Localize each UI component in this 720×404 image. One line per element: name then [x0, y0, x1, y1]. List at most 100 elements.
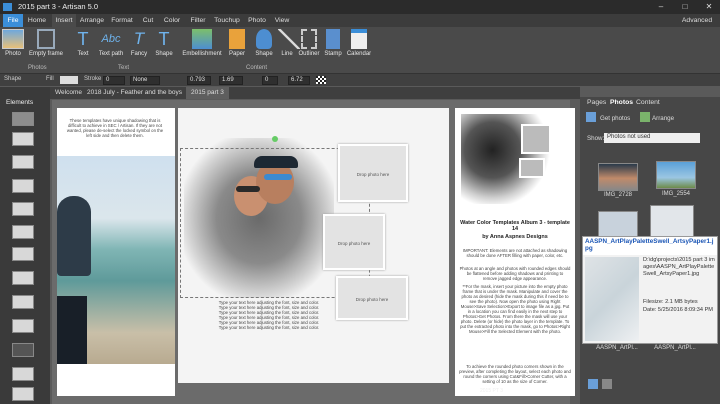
template-preview[interactable] [461, 114, 551, 204]
zoom-input[interactable]: 6.72 [288, 75, 310, 85]
element-thumb[interactable] [12, 367, 34, 381]
tab-photos[interactable]: Photos [610, 99, 633, 106]
page-right: Water Color Templates Album 3 - template… [455, 108, 575, 396]
doc-tab-current[interactable]: 2015 part 3 [186, 87, 229, 99]
photo-label: AASPN_ArtPl... [596, 345, 638, 351]
get-photos-button[interactable]: Get photos [600, 115, 630, 122]
property-bar: Shape Fill Stroke 0 None 0.793 1.69 0 6.… [0, 74, 720, 86]
beach-photo[interactable] [57, 156, 175, 364]
group-text-label: Text [118, 65, 130, 71]
shape-button[interactable]: Shape [252, 29, 276, 57]
element-thumb[interactable] [12, 247, 34, 261]
instructions-1: Photos at an angle and photos with round… [459, 266, 571, 281]
fancy-text-icon: T [133, 29, 145, 48]
empty-frame-icon [37, 29, 55, 49]
element-thumb[interactable] [12, 179, 34, 193]
photo-thumb[interactable] [598, 163, 638, 191]
shape-label: Shape [4, 76, 22, 82]
photo-drop-3[interactable]: Drop photo here [336, 276, 408, 320]
text-path-button[interactable]: Abc Text path [96, 29, 126, 57]
arrange-button[interactable]: Arrange [652, 115, 674, 122]
advanced-link[interactable]: Advanced [680, 14, 714, 27]
tab-format[interactable]: Format [110, 14, 134, 27]
page-left: These templates have unique shadowing th… [57, 108, 175, 396]
template-author: by Anna Aspnes Designs [482, 234, 548, 240]
show-select[interactable]: Photos not used [604, 133, 700, 143]
person-silhouette [57, 196, 91, 276]
transparency-icon[interactable] [316, 76, 326, 84]
element-thumb[interactable] [12, 387, 34, 401]
element-thumb[interactable] [12, 319, 34, 333]
photo-drop-2[interactable]: Drop photo here [323, 214, 385, 270]
grid-view-icon[interactable] [588, 379, 598, 389]
outliner-icon [301, 29, 317, 49]
photo-drop-1[interactable]: Drop photo here [338, 144, 408, 202]
text-button[interactable]: T Text [72, 29, 94, 57]
shape-text-button[interactable]: T Shape [153, 29, 175, 57]
stroke-label: Stroke [84, 76, 102, 82]
element-thumb[interactable] [12, 295, 34, 309]
element-thumb[interactable] [12, 202, 34, 216]
ribbon: Photo Empty frame T Text Abc Text path T Fa… [0, 27, 720, 74]
maximize-button[interactable]: □ [674, 0, 696, 14]
tab-cut[interactable]: Cut [139, 14, 157, 27]
rotation-input[interactable]: 0 [262, 75, 278, 85]
tab-color[interactable]: Color [161, 14, 183, 27]
paper-button[interactable]: Paper [226, 29, 248, 57]
element-thumb[interactable] [12, 155, 34, 169]
photo-thumb[interactable] [598, 211, 638, 239]
fancy-button[interactable]: T Fancy [128, 29, 150, 57]
tooltip-preview [585, 257, 639, 341]
outliner-button[interactable]: Outliner [297, 29, 321, 57]
tab-arrange[interactable]: Arrange [79, 14, 105, 27]
tab-view[interactable]: View [272, 14, 292, 27]
tab-pages[interactable]: Pages [587, 99, 606, 106]
stroke-input[interactable]: 0 [103, 75, 125, 85]
calendar-button[interactable]: Calendar [346, 29, 372, 57]
page-title-label: 2015 PT 3 [480, 388, 503, 394]
photo-button[interactable]: Photo [2, 29, 24, 57]
tooltip-date: Date: 5/25/2016 8:09:34 PM [643, 307, 713, 313]
fill-swatch[interactable] [60, 76, 78, 84]
tab-insert[interactable]: Insert [52, 14, 76, 27]
list-view-icon[interactable] [602, 379, 612, 389]
tab-content[interactable]: Content [636, 99, 660, 106]
tab-photo[interactable]: Photo [246, 14, 268, 27]
rotate-handle[interactable] [272, 136, 278, 142]
tab-touchup[interactable]: Touchup [213, 14, 241, 27]
none-select[interactable]: None [130, 75, 160, 85]
shape-icon [256, 29, 272, 49]
element-thumb[interactable] [12, 225, 34, 239]
menu-tabs: File Home Insert Arrange Format Cut Colo… [0, 14, 720, 27]
tab-filter[interactable]: Filter [187, 14, 209, 27]
group-photos-label: Photos [28, 65, 47, 71]
photo-label: IMG_2554 [661, 191, 691, 197]
empty-frame-button[interactable]: Empty frame [28, 29, 64, 57]
embellishment-button[interactable]: Embellishment [180, 29, 224, 57]
tooltip-path: D:\dg\projects\2015 part 3 images\AASPN_… [643, 257, 715, 277]
instructions-3: To achieve the rounded photo corners sho… [459, 364, 571, 384]
get-photos-icon [586, 112, 596, 122]
group-content-label: Content [246, 65, 268, 71]
close-button[interactable]: ✕ [698, 0, 720, 14]
tab-file[interactable]: File [3, 14, 23, 27]
minimize-button[interactable]: – [650, 0, 672, 14]
stamp-button[interactable]: Stamp [322, 29, 344, 57]
page-center: Drop photo here Drop photo here Drop pho… [178, 108, 449, 383]
doc-tab-july[interactable]: 2018 July - Feather and the boys [82, 87, 187, 99]
element-thumb[interactable] [12, 343, 34, 357]
important-note: IMPORTANT: Elements are not attached as … [462, 248, 568, 258]
fill-label: Fill [46, 76, 54, 82]
body-text: Type your text here adjusting the font, … [218, 300, 320, 330]
tab-home[interactable]: Home [26, 14, 48, 27]
width-input[interactable]: 0.793 [187, 75, 211, 85]
shape-text-icon: T [158, 29, 170, 49]
height-input[interactable]: 1.69 [219, 75, 243, 85]
element-thumb[interactable] [12, 132, 34, 146]
photo-thumb[interactable] [650, 205, 694, 239]
element-thumb[interactable] [12, 271, 34, 285]
photo-thumb[interactable] [656, 161, 696, 189]
element-thumb[interactable] [12, 112, 34, 126]
line-button[interactable]: Line [278, 29, 300, 57]
stamp-icon [326, 29, 340, 49]
